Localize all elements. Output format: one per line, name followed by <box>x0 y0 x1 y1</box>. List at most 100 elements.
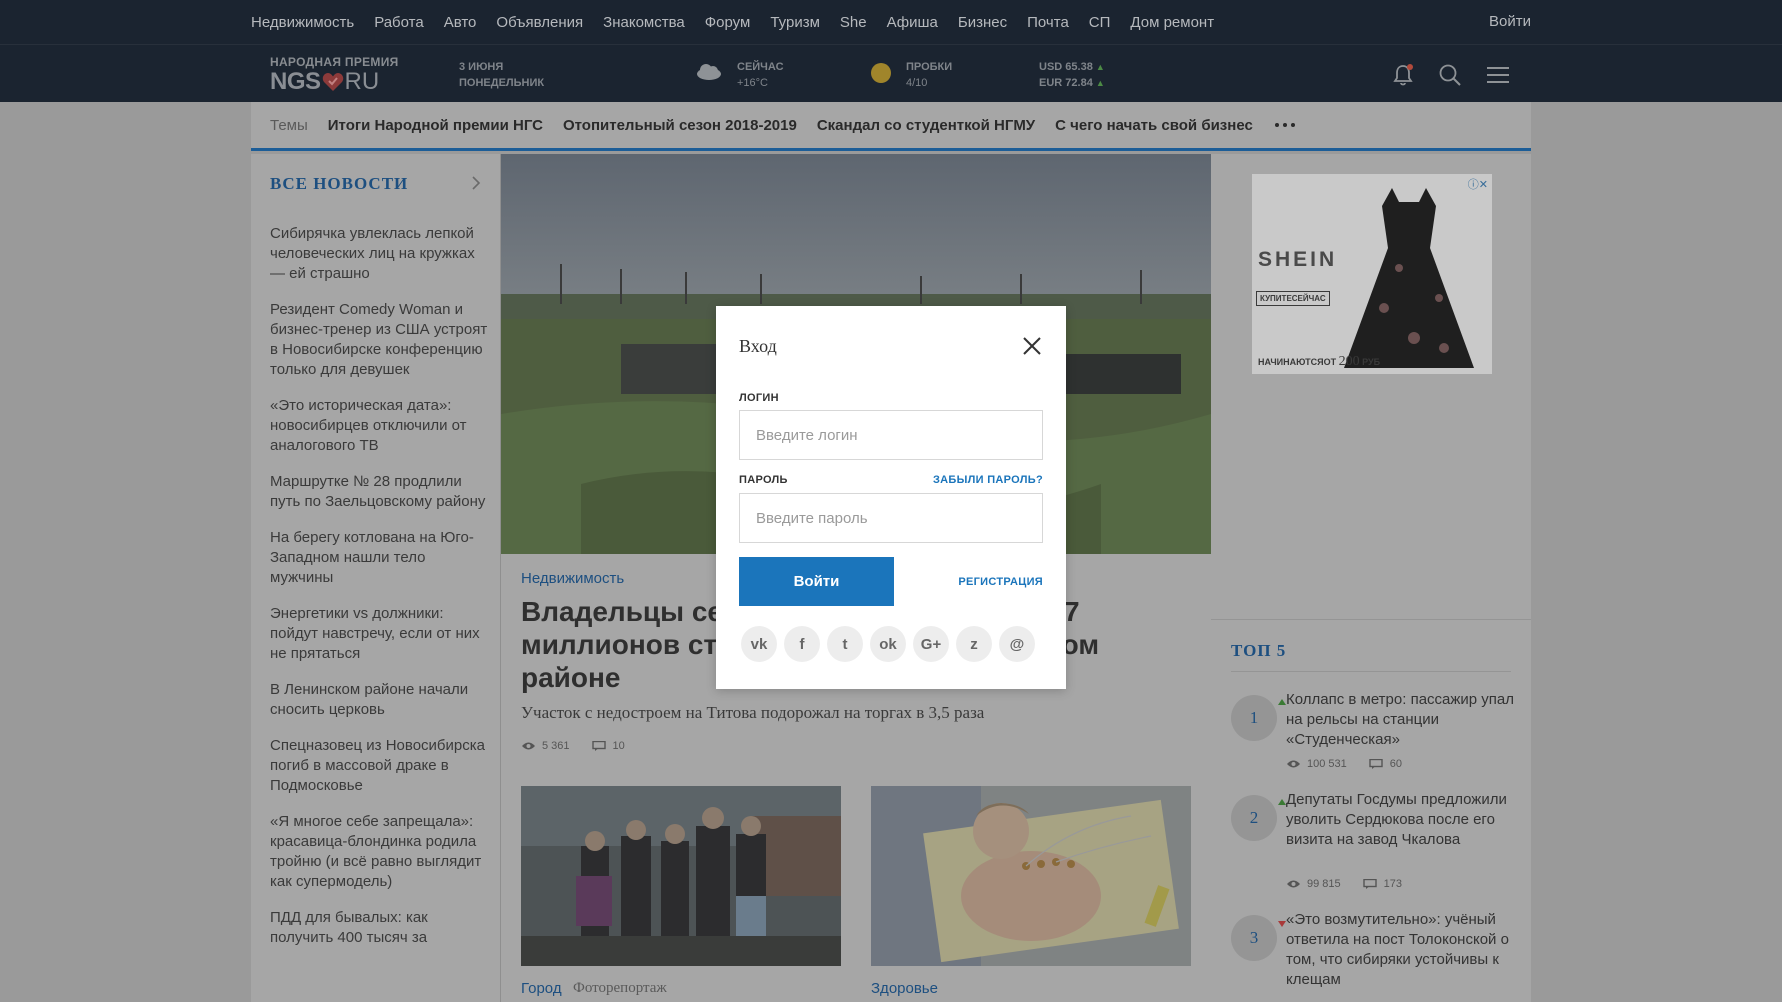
logo-subtitle: НАРОДНАЯ ПРЕМИЯ <box>270 55 399 69</box>
top5-item-title[interactable]: Депутаты Госдумы предложили уволить Серд… <box>1286 790 1516 850</box>
nav-item-sp[interactable]: СП <box>1089 14 1111 31</box>
comment-icon <box>591 741 606 751</box>
top5-item-title[interactable]: Коллапс в метро: пассажир упал на рельсы… <box>1286 690 1516 750</box>
facebook-icon[interactable]: f <box>784 626 820 662</box>
trend-up-icon <box>1278 799 1286 805</box>
register-link[interactable]: РЕГИСТРАЦИЯ <box>958 576 1043 588</box>
themes-label: Темы <box>270 116 308 134</box>
news-item[interactable]: На берегу котлована на Юго-Западном нашл… <box>270 528 490 588</box>
login-input[interactable] <box>739 410 1043 460</box>
nav-item-realty[interactable]: Недвижимость <box>251 14 354 31</box>
menu-icon[interactable] <box>1485 62 1511 88</box>
search-icon[interactable] <box>1437 62 1463 88</box>
comments-count: 173 <box>1383 878 1403 890</box>
comments-count: 10 <box>612 740 625 752</box>
ad-price: НАЧИНАЮТСЯОТ 200 РУБ <box>1258 354 1380 370</box>
top-nav-inner: Недвижимость Работа Авто Объявления Знак… <box>251 0 1531 44</box>
top5-rank: 1 <box>1231 695 1277 741</box>
password-label: ПАРОЛЬ <box>739 474 788 486</box>
main-article-category[interactable]: Недвижимость <box>521 570 624 587</box>
nav-item-home-repair[interactable]: Дом ремонт <box>1130 14 1214 31</box>
site-header: НАРОДНАЯ ПРЕМИЯ NGS RU 3 ИЮНЯ ПОНЕДЕЛЬНИ… <box>0 44 1782 102</box>
title-line-1: Владельцы сет <box>521 596 737 627</box>
divider <box>1231 671 1511 672</box>
title-line-1-tail: 7 <box>1064 596 1080 627</box>
nav-item-she[interactable]: She <box>840 14 867 31</box>
news-item[interactable]: Маршрутке № 28 продлили путь по Заельцов… <box>270 472 490 512</box>
photo-group-people <box>521 786 841 966</box>
login-label: ЛОГИН <box>739 392 779 404</box>
themes-bar: Темы Итоги Народной премии НГС Отопитель… <box>251 102 1531 151</box>
all-news-sidebar: ВСЕ НОВОСТИ Сибирячка увлеклась лепкой ч… <box>251 154 501 1002</box>
card1-category-secondary[interactable]: Фоторепортаж <box>573 980 667 997</box>
nav-item-tourism[interactable]: Туризм <box>770 14 820 31</box>
date-weekday: ПОНЕДЕЛЬНИК <box>459 77 545 89</box>
theme-item-award[interactable]: Итоги Народной премии НГС <box>328 117 543 134</box>
chevron-right-icon[interactable] <box>469 176 483 190</box>
news-item[interactable]: Сибирячка увлеклась лепкой человеческих … <box>270 224 490 284</box>
weather-block[interactable]: СЕЙЧАС +16°C <box>737 59 784 91</box>
comment-icon <box>1362 879 1377 889</box>
vk-icon[interactable]: vk <box>741 626 777 662</box>
cloud-icon <box>697 64 721 80</box>
traffic-block[interactable]: ПРОБКИ 4/10 <box>906 59 952 91</box>
bell-icon[interactable] <box>1390 62 1416 88</box>
advertisement-banner[interactable]: ⓘ✕ SHEIN КУПИТЕСЕЙЧАС НАЧИНАЮТСЯОТ 200 Р… <box>1252 174 1492 374</box>
theme-item-heating[interactable]: Отопительный сезон 2018-2019 <box>563 117 797 134</box>
nav-item-forum[interactable]: Форум <box>705 14 751 31</box>
usd-rate: USD 65.38 <box>1039 61 1093 73</box>
eye-icon <box>1287 760 1300 768</box>
header-inner: НАРОДНАЯ ПРЕМИЯ NGS RU 3 ИЮНЯ ПОНЕДЕЛЬНИ… <box>251 45 1531 103</box>
eur-up-icon: ▲ <box>1095 78 1105 88</box>
comment-icon <box>1369 759 1383 769</box>
theme-item-business[interactable]: С чего начать свой бизнес <box>1055 117 1253 134</box>
news-item[interactable]: Энергетики vs должники: пойдут навстречу… <box>270 604 490 664</box>
currency-block[interactable]: USD 65.38 ▲ EUR 72.84 ▲ <box>1039 59 1105 91</box>
card-image-people[interactable] <box>521 786 841 966</box>
news-item[interactable]: Резидент Comedy Woman и бизнес-тренер из… <box>270 300 490 380</box>
news-item[interactable]: В Ленинском районе начали сносить церков… <box>270 680 490 720</box>
more-themes-icon[interactable] <box>1274 123 1295 127</box>
password-input[interactable] <box>739 493 1043 543</box>
forgot-password-link[interactable]: ЗАБЫЛИ ПАРОЛЬ? <box>933 474 1043 486</box>
nav-item-auto[interactable]: Авто <box>444 14 477 31</box>
top5-title[interactable]: ТОП 5 <box>1231 641 1286 661</box>
close-icon[interactable] <box>1022 336 1042 356</box>
nav-item-mail[interactable]: Почта <box>1027 14 1069 31</box>
theme-item-scandal[interactable]: Скандал со студенткой НГМУ <box>817 117 1035 134</box>
trend-up-icon <box>1278 699 1286 705</box>
main-article-subtitle[interactable]: Участок с недостроем на Титова подорожал… <box>521 703 984 723</box>
nav-item-ads[interactable]: Объявления <box>496 14 583 31</box>
nav-item-afisha[interactable]: Афиша <box>887 14 938 31</box>
all-news-title[interactable]: ВСЕ НОВОСТИ <box>270 174 408 194</box>
news-item[interactable]: «Я многое себе запрещала»: красавица-бло… <box>270 812 490 892</box>
nav-item-business[interactable]: Бизнес <box>958 14 1007 31</box>
comments-count: 60 <box>1389 758 1403 770</box>
nav-item-jobs[interactable]: Работа <box>374 14 424 31</box>
news-item[interactable]: «Это историческая дата»: новосибирцев от… <box>270 396 490 456</box>
news-item[interactable]: Спецназовец из Новосибирска погиб в масс… <box>270 736 490 796</box>
site-logo[interactable]: NGS RU <box>270 68 379 95</box>
google-plus-icon[interactable]: G+ <box>913 626 949 662</box>
login-submit-button[interactable]: Войти <box>739 557 894 606</box>
views-count: 99 815 <box>1307 878 1341 890</box>
main-article-stats: 5 361 10 <box>521 740 625 752</box>
news-item[interactable]: ПДД для бывалых: как получить 400 тысяч … <box>270 908 490 948</box>
nav-item-dating[interactable]: Знакомства <box>603 14 685 31</box>
card-image-boy[interactable] <box>871 786 1191 966</box>
ad-buy-button[interactable]: КУПИТЕСЕЙЧАС <box>1256 291 1330 306</box>
usd-up-icon: ▲ <box>1095 62 1105 72</box>
odnoklassniki-icon[interactable]: ok <box>870 626 906 662</box>
top-login-link[interactable]: Войти <box>1489 13 1531 30</box>
twitter-icon[interactable]: t <box>827 626 863 662</box>
zen-icon[interactable]: z <box>956 626 992 662</box>
top5-item-stats: 100 531 60 <box>1286 758 1402 770</box>
top-navigation: Недвижимость Работа Авто Объявления Знак… <box>0 0 1782 44</box>
ad-price-prefix: НАЧИНАЮТСЯОТ <box>1258 357 1337 367</box>
card1-category[interactable]: Город <box>521 980 562 997</box>
eye-icon <box>1287 880 1300 888</box>
top5-item-title[interactable]: «Это возмутительно»: учёный ответила на … <box>1286 910 1516 990</box>
mail-icon[interactable]: @ <box>999 626 1035 662</box>
card2-category[interactable]: Здоровье <box>871 980 938 997</box>
social-login-buttons: vk f t ok G+ z @ <box>741 626 1042 662</box>
